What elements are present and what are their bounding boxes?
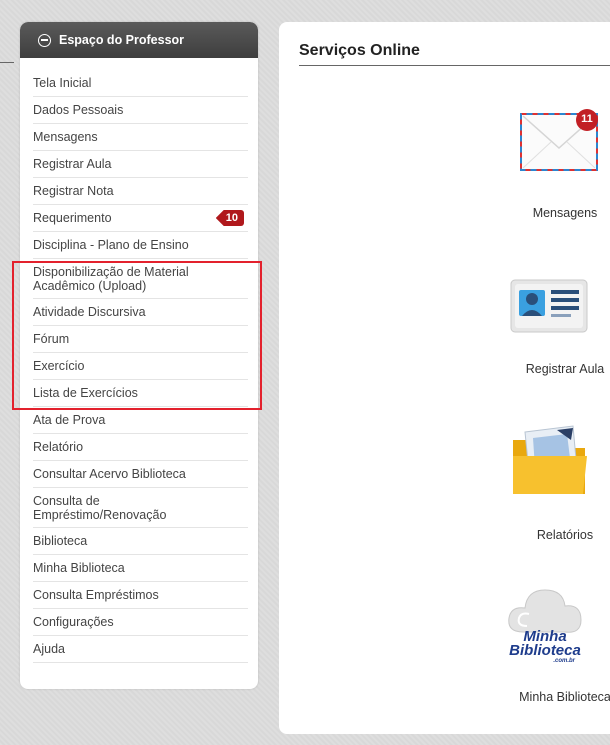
sidebar-item-consulta-emprestimo[interactable]: Consulta de Empréstimo/Renovação (33, 488, 248, 528)
sidebar-item-label: Registrar Aula (33, 157, 112, 171)
service-label: Registrar Aula (525, 362, 605, 376)
library-logo-text: Minha Biblioteca .com.br (505, 629, 585, 665)
sidebar-item-label: Consulta Empréstimos (33, 588, 159, 602)
sidebar-item-label: Consulta de Empréstimo/Renovação (33, 494, 167, 522)
sidebar-item-consultar-acervo[interactable]: Consultar Acervo Biblioteca (33, 461, 248, 488)
sidebar-item-registrar-nota[interactable]: Registrar Nota (33, 178, 248, 205)
sidebar-item-label: Minha Biblioteca (33, 561, 125, 575)
sidebar-item-label: Configurações (33, 615, 114, 629)
sidebar-item-label: Requerimento (33, 211, 112, 225)
cloud-library-icon[interactable]: Minha Biblioteca .com.br (505, 580, 585, 686)
sidebar-item-tela-inicial[interactable]: Tela Inicial (33, 70, 248, 97)
sidebar-item-label: Biblioteca (33, 534, 88, 548)
folder-icon[interactable] (507, 422, 593, 503)
sidebar-item-lista-exercicios[interactable]: Lista de Exercícios (33, 380, 248, 407)
sidebar-item-biblioteca[interactable]: Biblioteca (33, 528, 248, 555)
sidebar-item-disponibilizacao-material[interactable]: Disponibilização de Material Acadêmico (… (33, 259, 248, 299)
sidebar-item-forum[interactable]: Fórum (33, 326, 248, 353)
logo-domain: .com.br (553, 658, 575, 664)
sidebar-item-label: Ajuda (33, 642, 65, 656)
sidebar-item-requerimento[interactable]: Requerimento 10 (33, 205, 248, 232)
service-minha-biblioteca[interactable]: Minha Biblioteca (485, 690, 610, 704)
sidebar-item-label: Disponibilização de Material Acadêmico (… (33, 265, 189, 293)
sidebar-item-exercicio[interactable]: Exercício (33, 353, 248, 380)
sidebar-item-label: Disciplina - Plano de Ensino (33, 238, 189, 252)
sidebar-item-label: Lista de Exercícios (33, 386, 138, 400)
message-count-badge: 11 (581, 113, 593, 125)
sidebar-menu: Tela Inicial Dados Pessoais Mensagens Re… (20, 58, 258, 663)
sidebar-item-label: Dados Pessoais (33, 103, 124, 117)
sidebar-item-consulta-emprestimos[interactable]: Consulta Empréstimos (33, 582, 248, 609)
sidebar-item-label: Atividade Discursiva (33, 305, 146, 319)
main-panel: Serviços Online 11 Mensagens Registrar A… (279, 22, 610, 734)
sidebar-item-minha-biblioteca[interactable]: Minha Biblioteca (33, 555, 248, 582)
sidebar-item-configuracoes[interactable]: Configurações (33, 609, 248, 636)
notification-badge: 10 (215, 210, 244, 226)
sidebar-item-label: Exercício (33, 359, 85, 373)
title-divider (299, 65, 610, 66)
service-registrar-aula[interactable]: Registrar Aula (485, 362, 610, 376)
service-relatorios[interactable]: Relatórios (485, 528, 610, 542)
sidebar-item-relatorio[interactable]: Relatório (33, 434, 248, 461)
divider (0, 62, 14, 63)
sidebar-item-registrar-aula[interactable]: Registrar Aula (33, 151, 248, 178)
page-title: Serviços Online (299, 42, 420, 59)
sidebar-item-ata-prova[interactable]: Ata de Prova (33, 407, 248, 434)
sidebar-item-mensagens[interactable]: Mensagens (33, 124, 248, 151)
sidebar-item-atividade-discursiva[interactable]: Atividade Discursiva (33, 299, 248, 326)
envelope-icon[interactable]: 11 (517, 108, 603, 183)
sidebar-item-label: Fórum (33, 332, 70, 346)
collapse-minus-icon[interactable] (38, 33, 51, 47)
service-label: Mensagens (532, 206, 598, 220)
sidebar-header[interactable]: Espaço do Professor (20, 22, 258, 58)
sidebar-item-label: Relatório (33, 440, 84, 454)
sidebar-title: Espaço do Professor (59, 33, 185, 47)
service-label: Relatórios (536, 528, 594, 542)
sidebar-item-label: Mensagens (33, 130, 98, 144)
sidebar-item-label: Consultar Acervo Biblioteca (33, 467, 186, 481)
sidebar-item-label: Ata de Prova (33, 413, 106, 427)
sidebar-item-ajuda[interactable]: Ajuda (33, 636, 248, 663)
sidebar-item-dados-pessoais[interactable]: Dados Pessoais (33, 97, 248, 124)
sidebar-item-disciplina-plano[interactable]: Disciplina - Plano de Ensino (33, 232, 248, 259)
sidebar-item-label: Tela Inicial (33, 76, 92, 90)
service-mensagens[interactable]: Mensagens (485, 206, 610, 220)
sidebar: Espaço do Professor Tela Inicial Dados P… (20, 22, 258, 689)
sidebar-item-label: Registrar Nota (33, 184, 114, 198)
logo-line2: Biblioteca (509, 642, 581, 659)
service-label: Minha Biblioteca (519, 690, 610, 704)
id-card-icon[interactable] (509, 276, 589, 341)
